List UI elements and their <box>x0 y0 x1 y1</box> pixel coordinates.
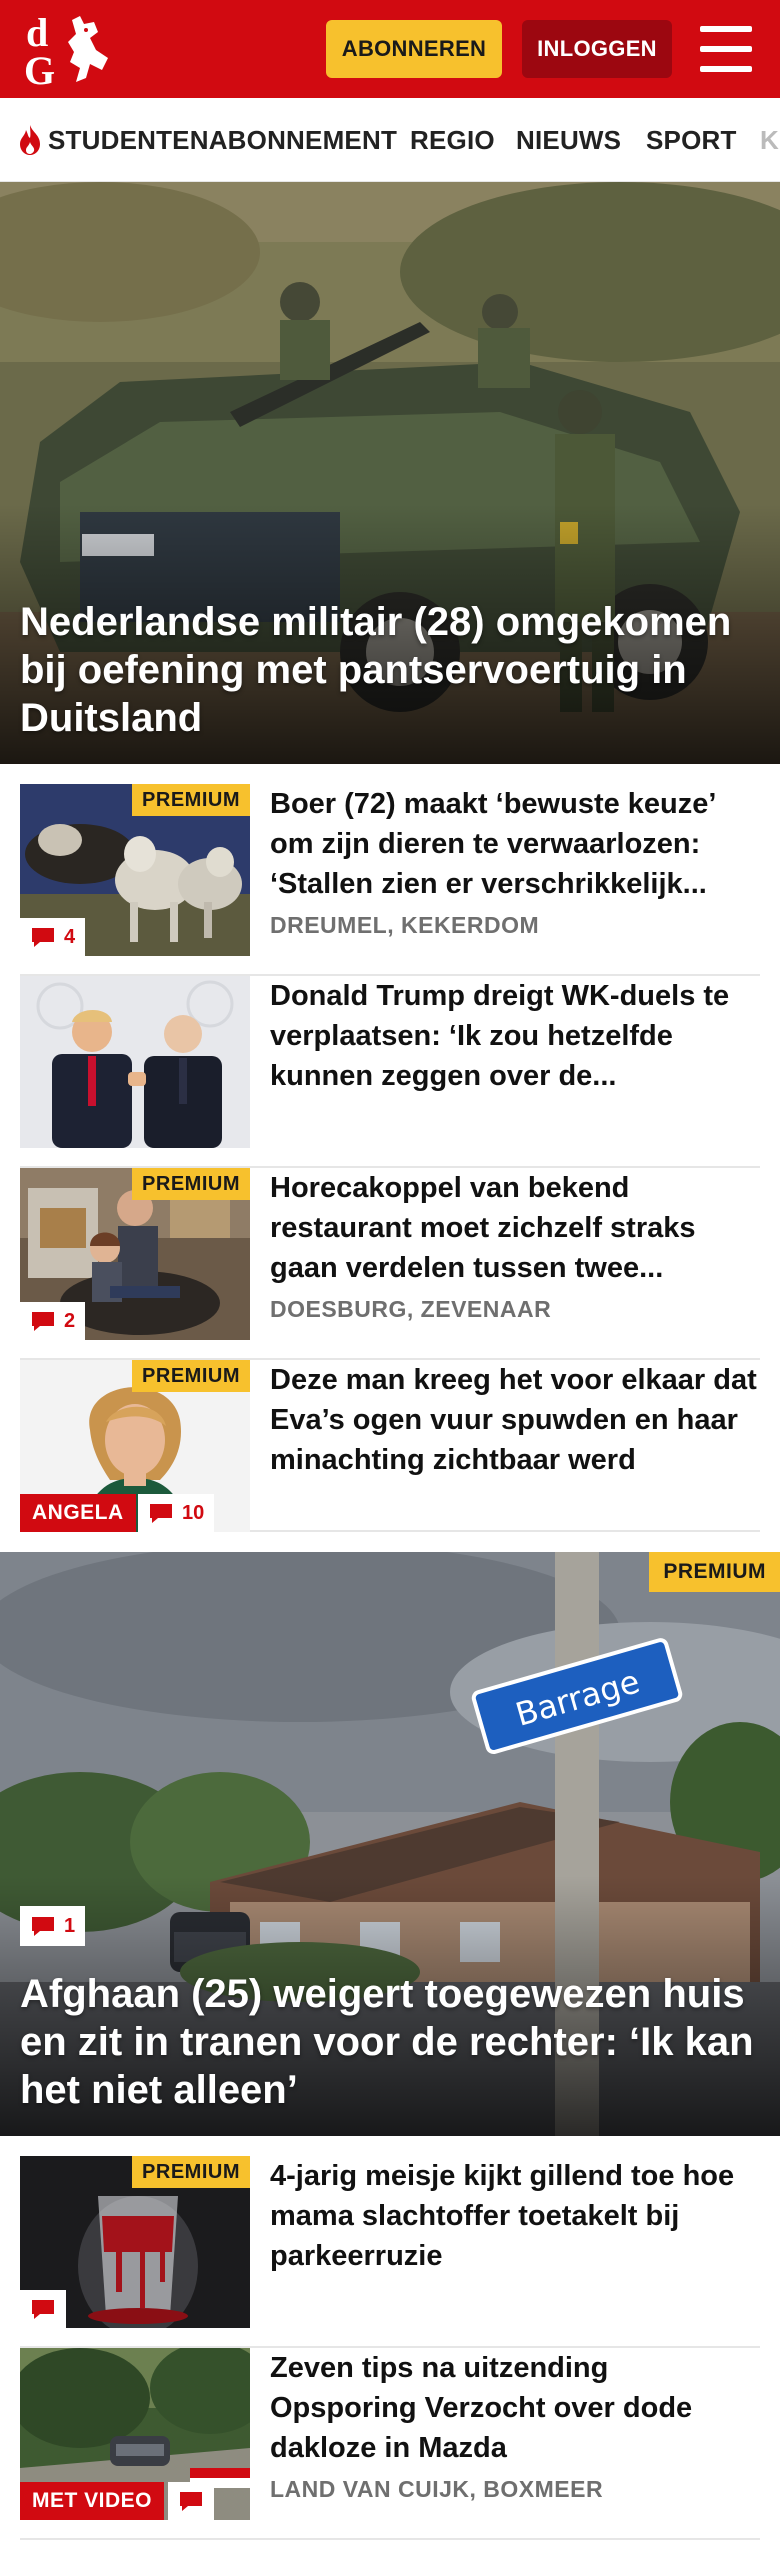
video-label[interactable]: MET VIDEO <box>20 2482 165 2520</box>
section-nav: STUDENTENABONNEMENT REGIO NIEUWS SPORT K <box>0 98 780 182</box>
article-location: LAND VAN CUIJK, BOXMEER <box>270 2476 604 2502</box>
article-thumbnail: PREMIUM <box>20 2156 250 2328</box>
article-title[interactable]: Boer (72) maakt ‘bewuste keuze’ om zijn … <box>270 784 760 904</box>
comment-count-badge[interactable]: 10 <box>138 1494 215 1532</box>
list-item[interactable]: Donald Trump dreigt WK-duels te verplaat… <box>20 976 760 1168</box>
hero-title[interactable]: Afghaan (25) weigert toegewezen huis en … <box>20 1970 760 2114</box>
article-title[interactable]: Horecakoppel van bekend restaurant moet … <box>270 1168 760 1288</box>
article-title[interactable]: 4-jarig meisje kijkt gillend toe hoe mam… <box>270 2156 760 2276</box>
comment-count-badge[interactable]: 1 <box>20 1906 86 1946</box>
article-location: DOESBURG, ZEVENAAR <box>270 1296 552 1322</box>
comment-icon <box>32 1917 54 1936</box>
premium-badge: PREMIUM <box>132 784 250 816</box>
comment-count-badge[interactable]: 4 <box>20 918 86 956</box>
list-item[interactable]: PREMIUM ANGELA 10 Deze man kreeg het voo… <box>20 1360 760 1532</box>
nav-item-nieuws[interactable]: NIEUWS <box>516 98 621 181</box>
comment-icon <box>180 2492 202 2511</box>
article-thumbnail: MET VIDEO <box>20 2348 250 2520</box>
article-thumbnail: PREMIUM ANGELA 10 <box>20 1360 250 1532</box>
comment-count-badge[interactable] <box>168 2482 214 2520</box>
list-item[interactable]: PREMIUM 2 Horecakoppel van bekend restau… <box>20 1168 760 1360</box>
subscribe-button[interactable]: ABONNEREN <box>326 20 502 78</box>
premium-badge: PREMIUM <box>132 1360 250 1392</box>
comment-count-badge[interactable] <box>20 2290 66 2328</box>
article-location: DREUMEL, KEKERDOM <box>270 912 540 938</box>
nav-item-more[interactable]: K <box>760 98 779 181</box>
article-thumbnail <box>20 976 250 1148</box>
nav-label: STUDENTENABONNEMENT <box>48 124 398 155</box>
premium-badge: PREMIUM <box>132 2156 250 2188</box>
article-title[interactable]: Zeven tips na uitzending Opsporing Verzo… <box>270 2348 760 2468</box>
comment-count-badge[interactable]: 2 <box>20 1302 86 1340</box>
article-thumbnail: PREMIUM 2 <box>20 1168 250 1340</box>
comment-icon <box>150 1504 172 1523</box>
comment-count: 2 <box>64 1309 76 1332</box>
nav-item-studentenabonnement[interactable]: STUDENTENABONNEMENT <box>18 98 398 181</box>
flame-icon <box>20 125 40 155</box>
top-header: d G ABONNEREN INLOGGEN <box>0 0 780 98</box>
nav-item-regio[interactable]: REGIO <box>410 98 495 181</box>
login-button[interactable]: INLOGGEN <box>522 20 672 78</box>
author-label[interactable]: ANGELA <box>20 1494 136 1532</box>
comment-count: 4 <box>64 925 76 948</box>
list-item[interactable]: PREMIUM 4 Boer (72) maakt ‘bewuste keuze… <box>20 784 760 976</box>
comment-icon <box>32 1312 54 1331</box>
article-title[interactable]: Donald Trump dreigt WK-duels te verplaat… <box>270 976 760 1096</box>
comment-count: 10 <box>182 1501 205 1524</box>
hero-article-afghaan[interactable]: Barrage PREMIUM 1 Afghaan (25) weigert t… <box>0 1552 780 2136</box>
premium-badge: PREMIUM <box>649 1552 780 1592</box>
nav-item-sport[interactable]: SPORT <box>646 98 737 181</box>
svg-text:G: G <box>24 48 55 88</box>
logo-icon[interactable]: d G <box>24 10 116 93</box>
list-item[interactable]: PREMIUM 4-jarig meisje kijkt gillend toe… <box>20 2156 760 2348</box>
hero-article-military[interactable]: Nederlandse militair (28) omgekomen bij … <box>0 182 780 764</box>
premium-badge: PREMIUM <box>132 1168 250 1200</box>
comment-icon <box>32 928 54 947</box>
article-title[interactable]: Deze man kreeg het voor elkaar dat Eva’s… <box>270 1360 760 1480</box>
list-item[interactable]: MET VIDEO Zeven tips na uitzending Opspo… <box>20 2348 760 2540</box>
comment-count: 1 <box>64 1914 76 1937</box>
menu-icon[interactable] <box>700 26 752 72</box>
hero-title[interactable]: Nederlandse militair (28) omgekomen bij … <box>20 598 760 742</box>
comment-icon <box>32 2300 54 2319</box>
article-thumbnail: PREMIUM 4 <box>20 784 250 956</box>
